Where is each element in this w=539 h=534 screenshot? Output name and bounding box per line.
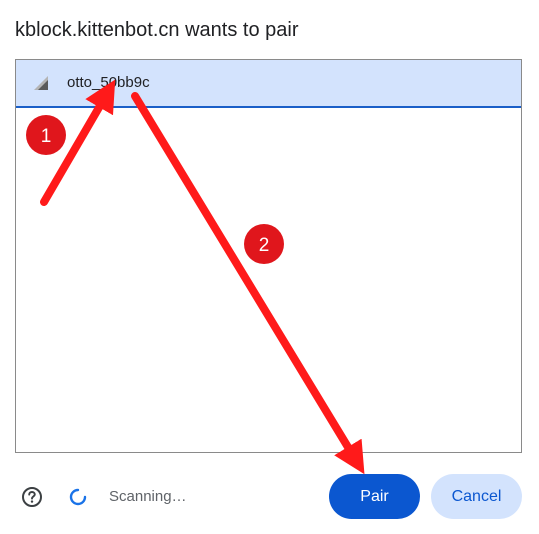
device-name: otto_50bb9c: [67, 74, 150, 91]
help-circle-icon[interactable]: [21, 486, 43, 508]
device-row-otto[interactable]: otto_50bb9c: [16, 60, 521, 108]
device-list: otto_50bb9c: [15, 59, 522, 453]
signal-strength-icon: [34, 76, 48, 90]
pair-button[interactable]: Pair: [329, 474, 420, 519]
scanning-status: Scanning…: [109, 488, 187, 505]
bluetooth-pair-dialog: kblock.kittenbot.cn wants to pair otto_5…: [0, 0, 539, 534]
dialog-title: kblock.kittenbot.cn wants to pair: [15, 19, 299, 41]
cancel-button[interactable]: Cancel: [431, 474, 522, 519]
loading-spinner-icon: [69, 488, 87, 506]
